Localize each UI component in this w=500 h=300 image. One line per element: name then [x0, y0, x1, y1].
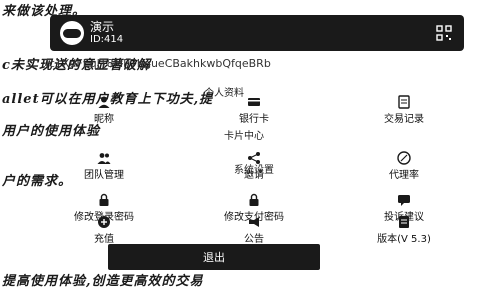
section-system-settings-label: 系统设置 — [234, 165, 274, 176]
section-card-center-label: 卡片中心 — [224, 131, 264, 142]
qr-code-icon[interactable] — [436, 25, 452, 41]
lock-icon — [99, 193, 109, 206]
avatar — [60, 21, 84, 45]
logout-button[interactable]: 退出 — [108, 244, 320, 270]
feedback-icon — [398, 195, 410, 206]
menu-item-bank-card[interactable]: 银行卡 — [194, 95, 314, 125]
profile-header[interactable]: 演示 ID:414 — [50, 15, 464, 51]
menu-label: 交易记录 — [384, 114, 424, 125]
menu-item-transaction-record[interactable]: 交易记录 — [344, 95, 464, 125]
menu-item-announcement[interactable]: 公告 — [194, 215, 314, 245]
bank-card-icon — [248, 98, 260, 106]
profile-id: ID:414 — [90, 34, 124, 45]
menu-label: 版本(V 5.3) — [377, 234, 431, 245]
article-line: 提高使用体验,创造更高效的交易 — [2, 274, 204, 289]
menu-label: 昵称 — [94, 114, 114, 125]
menu-item-nickname[interactable]: 昵称 — [44, 95, 164, 125]
menu-item-version[interactable]: 版本(V 5.3) — [344, 215, 464, 245]
recharge-icon — [98, 216, 110, 228]
lock-icon — [249, 193, 259, 206]
wallet-app-screen: 演示 ID:414 Tc1XdFEqJT8MP7KgueCBakhkwbQfqe… — [44, 15, 464, 270]
wallet-address: Tc1XdFEqJT8MP7KgueCBakhkwbQfqeBRb — [44, 57, 271, 70]
menu-item-recharge[interactable]: 充值 — [44, 215, 164, 245]
user-icon — [98, 96, 110, 108]
record-icon — [398, 95, 410, 109]
profile-name: 演示 — [90, 20, 115, 34]
menu-label: 银行卡 — [239, 114, 269, 125]
menu-label: 公告 — [244, 234, 264, 245]
version-icon — [399, 216, 409, 228]
megaphone-icon — [249, 217, 259, 227]
menu-label: 充值 — [94, 234, 114, 245]
